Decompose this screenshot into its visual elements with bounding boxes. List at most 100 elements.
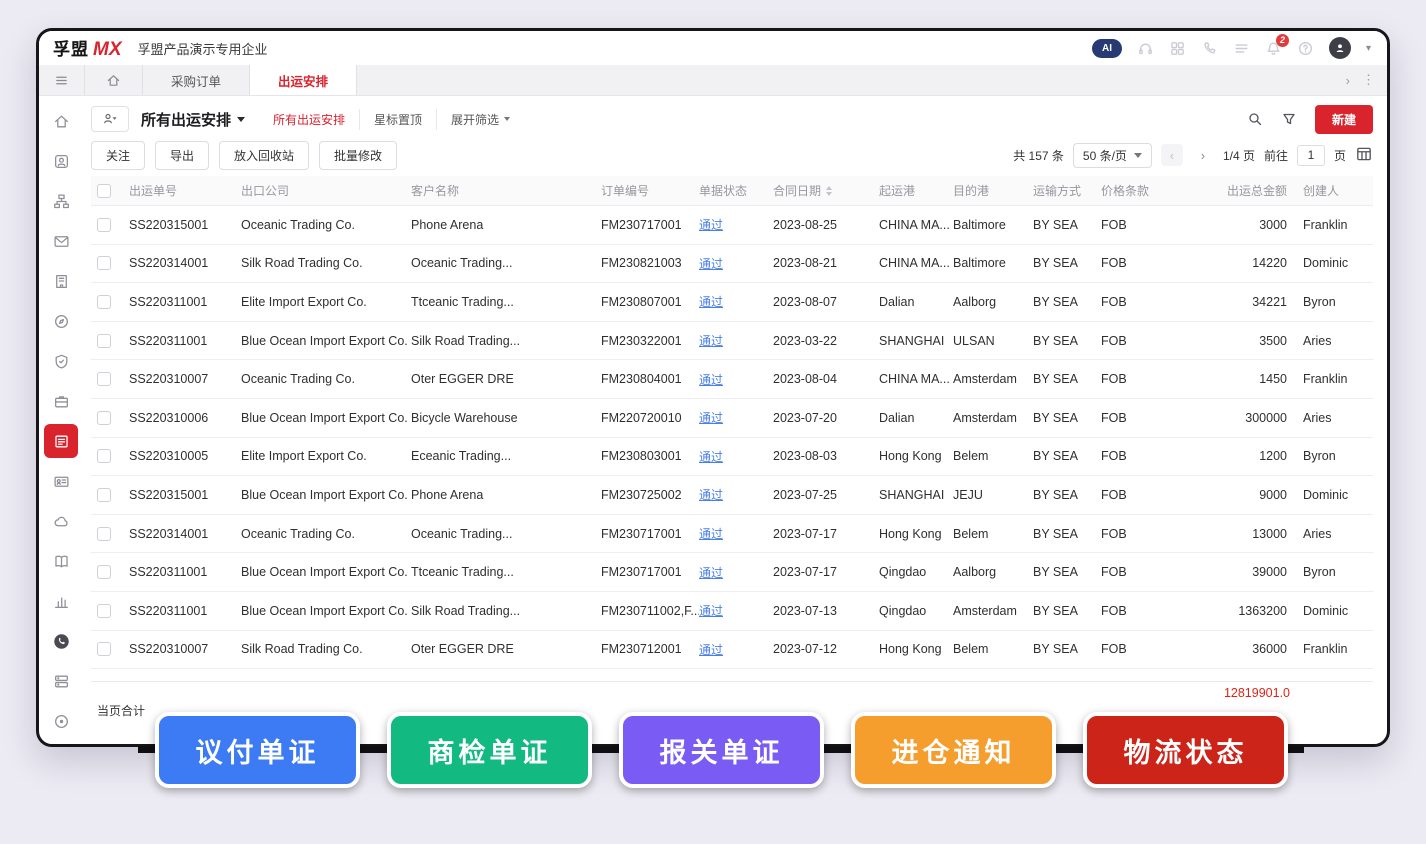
row-checkbox[interactable] [97, 449, 111, 464]
row-checkbox[interactable] [97, 333, 111, 348]
status-link[interactable]: 通过 [699, 564, 723, 581]
headset-icon[interactable] [1137, 40, 1154, 57]
sidebar-item-phone-icon[interactable] [44, 624, 78, 658]
shortcut-button-3[interactable]: 进仓通知 [851, 712, 1056, 788]
table-row[interactable]: SS220311001 Elite Import Export Co. Ttcean… [91, 283, 1373, 322]
chevron-down-icon[interactable]: ▾ [1366, 43, 1371, 54]
row-checkbox[interactable] [97, 603, 111, 618]
prev-page-button[interactable]: ‹ [1160, 144, 1183, 166]
toolbar-button-2[interactable]: 放入回收站 [219, 140, 310, 170]
select-all-checkbox[interactable] [97, 183, 111, 198]
sidebar-item-compass-icon[interactable] [44, 304, 78, 338]
help-icon[interactable] [1297, 40, 1314, 57]
sidebar-item-record-icon[interactable] [44, 704, 78, 738]
cell-order_no: FM230322001 [601, 333, 682, 348]
next-page-button[interactable]: › [1191, 144, 1214, 166]
quick-filter-1[interactable]: 星标置顶 [359, 108, 436, 130]
table-row[interactable]: SS220311001 Blue Ocean Import Export Co. S… [91, 321, 1373, 361]
row-checkbox[interactable] [97, 217, 111, 232]
sidebar-item-safety-icon[interactable] [44, 344, 78, 378]
ai-assistant-button[interactable]: AI [1091, 38, 1122, 58]
sidebar-item-company-icon[interactable] [44, 264, 78, 298]
toolbar-button-3[interactable]: 批量修改 [319, 140, 398, 170]
shortcut-button-1[interactable]: 商检单证 [387, 712, 592, 788]
status-link[interactable]: 通过 [699, 216, 723, 233]
page-indicator: 1/4 页 [1222, 148, 1255, 163]
table-row[interactable]: SS220315001 Blue Ocean Import Export Co. P… [91, 476, 1373, 515]
row-checkbox[interactable] [97, 372, 111, 387]
table-row[interactable]: SS220310006 Blue Ocean Import Export Co. B… [91, 398, 1373, 438]
sidebar-item-shipping-form-icon[interactable] [44, 424, 78, 458]
toolbar-button-0[interactable]: 关注 [91, 140, 146, 170]
row-checkbox[interactable] [97, 642, 111, 657]
column-header-5[interactable]: 合同日期 [773, 182, 879, 199]
sidebar-item-book-icon[interactable] [44, 544, 78, 578]
sidebar-item-home-icon[interactable] [44, 104, 78, 138]
phone-call-icon[interactable] [1201, 40, 1218, 57]
status-link[interactable]: 通过 [699, 641, 723, 658]
shortcut-button-2[interactable]: 报关单证 [619, 712, 824, 788]
filter-funnel-icon[interactable] [1281, 111, 1297, 127]
menu-icon[interactable] [39, 65, 85, 95]
tab-home[interactable] [85, 65, 143, 95]
view-dropdown[interactable]: 所有出运安排 [141, 109, 246, 130]
sidebar-item-contacts-icon[interactable] [44, 144, 78, 178]
quick-filter-0[interactable]: 所有出运安排 [259, 109, 359, 130]
sidebar-item-chart-icon[interactable] [44, 584, 78, 618]
sidebar-item-cloud-icon[interactable] [44, 504, 78, 538]
sidebar-item-org-icon[interactable] [44, 184, 78, 218]
sidebar-item-id-card-icon[interactable] [44, 464, 78, 498]
table-row[interactable]: SS220314001 Oceanic Trading Co. Oceanic Tr… [91, 514, 1373, 554]
cell-company: Silk Road Trading Co. [241, 256, 363, 271]
table-row[interactable]: SS220311001 Blue Ocean Import Export Co. T… [91, 553, 1373, 592]
shipping-table: 出运单号 出口公司 客户名称 订单编号 单据状态 合同日期 起运港 目的港 运输方式 价格条款 出运… [91, 176, 1373, 733]
cell-from_port: Qingdao [879, 565, 927, 580]
row-checkbox[interactable] [97, 526, 111, 541]
shortcut-button-0[interactable]: 议付单证 [155, 712, 360, 788]
quick-filter-2[interactable]: 展开筛选 [436, 108, 524, 130]
row-checkbox[interactable] [97, 487, 111, 502]
apps-grid-icon[interactable] [1169, 40, 1186, 57]
cell-transport: BY SEA [1033, 526, 1078, 541]
status-link[interactable]: 通过 [699, 293, 723, 310]
page-size-select[interactable]: 50 条/页 [1072, 142, 1152, 168]
status-link[interactable]: 通过 [699, 332, 723, 349]
tab-more-icon[interactable]: ⋮ [1362, 72, 1375, 88]
table-row[interactable]: SS220314001 Silk Road Trading Co. Oceanic … [91, 244, 1373, 284]
user-avatar[interactable] [1328, 37, 1351, 59]
cell-no: SS220310007 [129, 372, 209, 387]
shortcut-button-4[interactable]: 物流状态 [1083, 712, 1288, 788]
person-filter-icon[interactable] [91, 106, 129, 132]
row-checkbox[interactable] [97, 410, 111, 425]
table-row[interactable]: SS220310005 Elite Import Export Co. Eceani… [91, 437, 1373, 477]
cell-creator: Dominic [1303, 256, 1349, 271]
tab-shipping-plans[interactable]: 出运安排 [250, 65, 358, 95]
table-row[interactable]: SS220315001 Oceanic Trading Co. Phone Aren… [91, 206, 1373, 245]
table-row[interactable]: SS220311001 Blue Ocean Import Export Co. S… [91, 591, 1373, 631]
status-link[interactable]: 通过 [699, 371, 723, 388]
table-row[interactable]: SS220310007 Oceanic Trading Co. Oter EGGER… [91, 360, 1373, 399]
cell-creator: Franklin [1303, 217, 1348, 232]
table-row[interactable]: SS220310007 Silk Road Trading Co. Oter EGG… [91, 630, 1373, 670]
sidebar-item-mail-icon[interactable] [44, 224, 78, 258]
status-link[interactable]: 通过 [699, 448, 723, 465]
row-checkbox[interactable] [97, 565, 111, 580]
toolbar-button-1[interactable]: 导出 [155, 140, 210, 170]
bell-icon[interactable]: 2 [1265, 33, 1289, 57]
status-link[interactable]: 通过 [699, 409, 723, 426]
tab-scroll-right-icon[interactable]: › [1346, 73, 1350, 88]
goto-page-input[interactable] [1296, 144, 1325, 166]
search-icon[interactable] [1247, 111, 1263, 127]
row-checkbox[interactable] [97, 256, 111, 271]
status-link[interactable]: 通过 [699, 255, 723, 272]
status-link[interactable]: 通过 [699, 486, 723, 503]
sidebar-item-layers-icon[interactable] [44, 664, 78, 698]
tab-purchase-orders[interactable]: 采购订单 [143, 65, 251, 95]
column-settings-icon[interactable] [1355, 145, 1373, 166]
status-link[interactable]: 通过 [699, 525, 723, 542]
new-button[interactable]: 新建 [1314, 104, 1373, 134]
status-link[interactable]: 通过 [699, 602, 723, 619]
row-checkbox[interactable] [97, 294, 111, 309]
list-lines-icon[interactable] [1233, 40, 1250, 57]
sidebar-item-briefcase-icon[interactable] [44, 384, 78, 418]
